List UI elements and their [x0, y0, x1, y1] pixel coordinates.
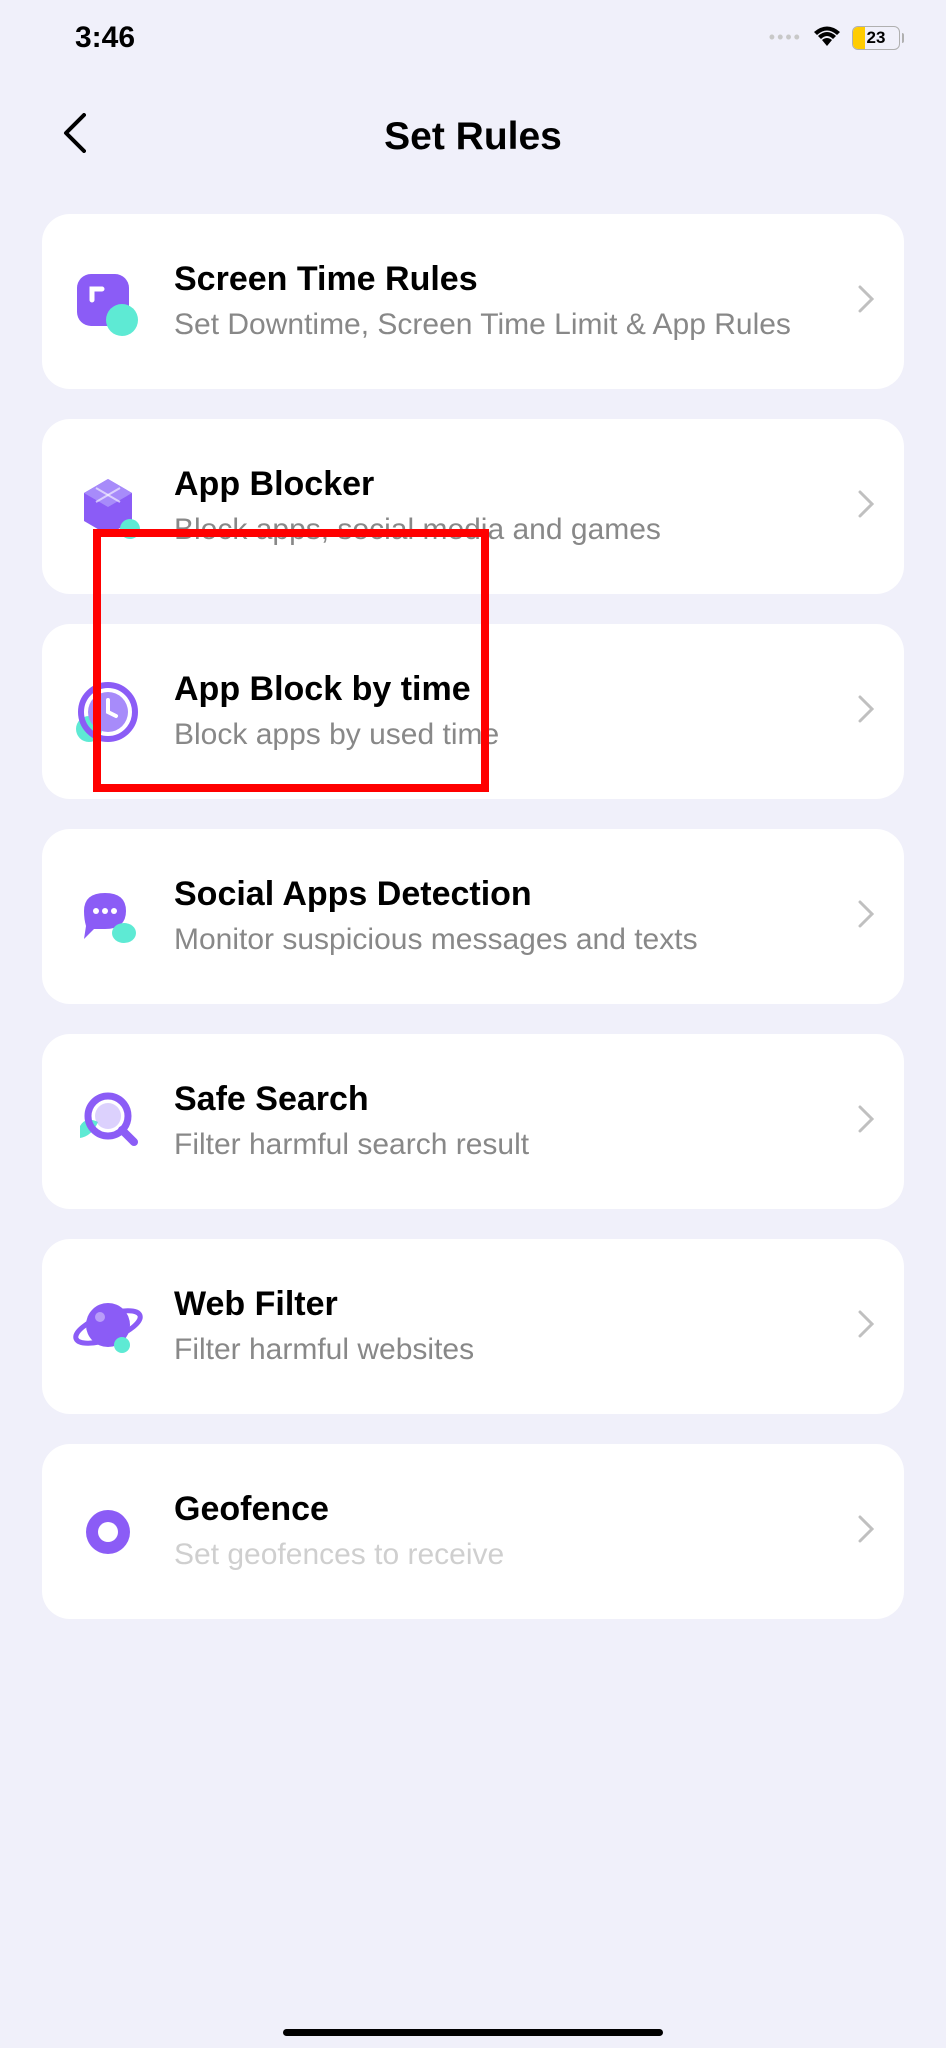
item-desc: Filter harmful search result [174, 1125, 828, 1164]
item-title: Web Filter [174, 1285, 828, 1324]
header: Set Rules [0, 75, 946, 214]
item-title: Safe Search [174, 1080, 828, 1119]
item-desc: Filter harmful websites [174, 1330, 828, 1369]
list-item-geofence[interactable]: Geofence Set geofences to receive [42, 1444, 904, 1619]
item-desc: Block apps by used time [174, 715, 828, 754]
back-button[interactable] [62, 113, 86, 158]
page-title: Set Rules [384, 115, 562, 159]
chevron-right-icon [858, 695, 874, 728]
item-content: Screen Time Rules Set Downtime, Screen T… [174, 260, 828, 344]
list-item-app-block-time[interactable]: App Block by time Block apps by used tim… [42, 624, 904, 799]
battery-indicator: 23 [852, 26, 904, 50]
chevron-right-icon [858, 285, 874, 318]
item-title: Geofence [174, 1490, 828, 1529]
item-desc: Set Downtime, Screen Time Limit & App Ru… [174, 305, 828, 344]
magnify-icon [72, 1086, 144, 1158]
chevron-right-icon [858, 900, 874, 933]
clock-rules-icon [72, 266, 144, 338]
rules-list: Screen Time Rules Set Downtime, Screen T… [0, 214, 946, 1619]
item-desc: Set geofences to receive [174, 1535, 828, 1574]
status-bar: 3:46 •••• 23 [0, 0, 946, 75]
list-item-screen-time[interactable]: Screen Time Rules Set Downtime, Screen T… [42, 214, 904, 389]
item-content: Web Filter Filter harmful websites [174, 1285, 828, 1369]
status-right: •••• 23 [769, 24, 904, 51]
planet-icon [72, 1291, 144, 1363]
wifi-icon [812, 24, 842, 51]
chevron-right-icon [858, 1105, 874, 1138]
chevron-right-icon [858, 1310, 874, 1343]
home-indicator[interactable] [283, 2029, 663, 2036]
item-desc: Monitor suspicious messages and texts [174, 920, 828, 959]
fence-icon [72, 1484, 144, 1556]
item-title: App Block by time [174, 670, 828, 709]
list-item-social-detection[interactable]: Social Apps Detection Monitor suspicious… [42, 829, 904, 1004]
item-desc: Block apps, social media and games [174, 510, 828, 549]
cube-icon [72, 471, 144, 543]
chevron-right-icon [858, 490, 874, 523]
chat-icon [72, 881, 144, 953]
list-item-safe-search[interactable]: Safe Search Filter harmful search result [42, 1034, 904, 1209]
cellular-icon: •••• [769, 27, 802, 48]
item-content: Social Apps Detection Monitor suspicious… [174, 875, 828, 959]
list-item-app-blocker[interactable]: App Blocker Block apps, social media and… [42, 419, 904, 594]
status-time: 3:46 [75, 21, 135, 55]
item-title: Social Apps Detection [174, 875, 828, 914]
item-content: Geofence Set geofences to receive [174, 1490, 828, 1574]
item-content: App Blocker Block apps, social media and… [174, 465, 828, 549]
chevron-right-icon [858, 1515, 874, 1548]
item-content: Safe Search Filter harmful search result [174, 1080, 828, 1164]
clock-icon [72, 676, 144, 748]
item-title: App Blocker [174, 465, 828, 504]
list-item-web-filter[interactable]: Web Filter Filter harmful websites [42, 1239, 904, 1414]
item-title: Screen Time Rules [174, 260, 828, 299]
item-content: App Block by time Block apps by used tim… [174, 670, 828, 754]
